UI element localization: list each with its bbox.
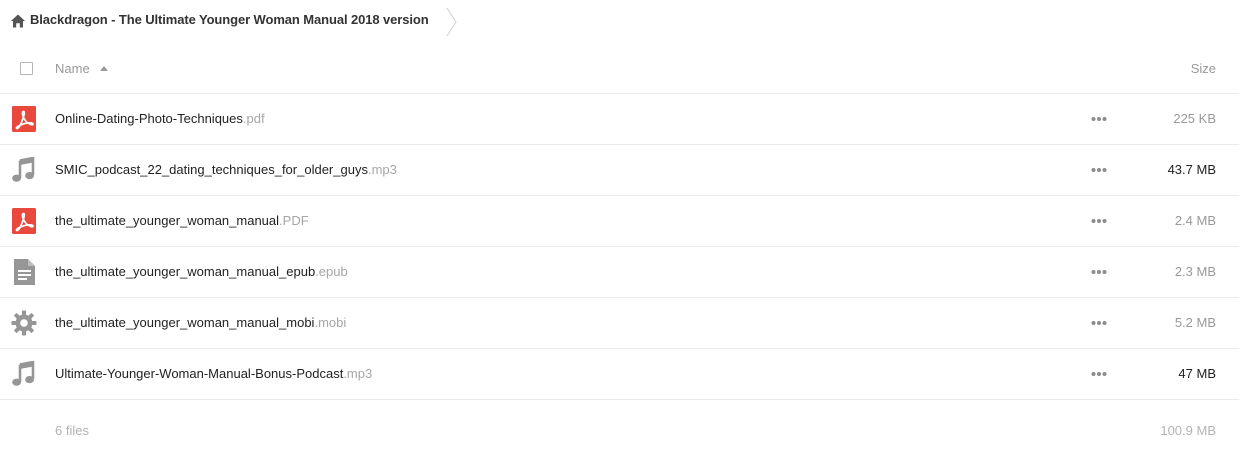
file-name-link[interactable]: Online-Dating-Photo-Techniques.pdf xyxy=(55,111,265,126)
more-actions-icon[interactable] xyxy=(1091,218,1107,224)
gear-icon xyxy=(11,310,37,336)
file-row[interactable]: SMIC_podcast_22_dating_techniques_for_ol… xyxy=(0,145,1239,196)
file-extension: .PDF xyxy=(279,213,309,228)
more-actions-icon[interactable] xyxy=(1091,269,1107,275)
file-basename: the_ultimate_younger_woman_manual_epub xyxy=(55,264,316,279)
music-icon xyxy=(12,157,35,182)
file-basename: SMIC_podcast_22_dating_techniques_for_ol… xyxy=(55,162,368,177)
more-actions-icon[interactable] xyxy=(1091,116,1107,122)
file-row[interactable]: the_ultimate_younger_woman_manual_mobi.m… xyxy=(0,298,1239,349)
file-size: 225 KB xyxy=(1173,111,1216,126)
music-icon xyxy=(12,361,35,386)
file-name-link[interactable]: Ultimate-Younger-Woman-Manual-Bonus-Podc… xyxy=(55,366,372,381)
file-size: 43.7 MB xyxy=(1167,162,1216,177)
file-basename: Ultimate-Younger-Woman-Manual-Bonus-Podc… xyxy=(55,366,344,381)
pdf-icon xyxy=(12,208,36,234)
pdf-icon xyxy=(12,106,36,132)
sort-ascending-icon[interactable] xyxy=(100,66,108,71)
file-size: 2.3 MB xyxy=(1174,264,1216,279)
file-extension: .mp3 xyxy=(343,366,373,381)
size-column-header[interactable]: Size xyxy=(1191,61,1216,76)
file-row[interactable]: Ultimate-Younger-Woman-Manual-Bonus-Podc… xyxy=(0,349,1239,400)
file-extension: .pdf xyxy=(242,111,265,126)
file-size: 47 MB xyxy=(1178,366,1216,381)
file-basename: the_ultimate_younger_woman_manual xyxy=(55,213,280,228)
total-size-summary: 100.9 MB xyxy=(1160,423,1216,438)
document-icon xyxy=(14,259,35,285)
file-name-link[interactable]: the_ultimate_younger_woman_manual_mobi.m… xyxy=(55,315,346,330)
more-actions-icon[interactable] xyxy=(1091,371,1107,377)
more-actions-icon[interactable] xyxy=(1091,167,1107,173)
file-basename: the_ultimate_younger_woman_manual_mobi xyxy=(55,315,315,330)
file-extension: .mobi xyxy=(314,315,347,330)
home-icon[interactable] xyxy=(10,13,26,29)
file-name-link[interactable]: the_ultimate_younger_woman_manual.PDF xyxy=(55,213,309,228)
file-extension: .mp3 xyxy=(367,162,397,177)
file-list-header: Name Size xyxy=(0,44,1239,94)
file-row[interactable]: Online-Dating-Photo-Techniques.pdf 225 KB xyxy=(0,94,1239,145)
breadcrumb: Blackdragon - The Ultimate Younger Woman… xyxy=(0,0,500,42)
more-actions-icon[interactable] xyxy=(1091,320,1107,326)
file-name-link[interactable]: the_ultimate_younger_woman_manual_epub.e… xyxy=(55,264,348,279)
breadcrumb-folder-title[interactable]: Blackdragon - The Ultimate Younger Woman… xyxy=(30,12,429,27)
file-size: 2.4 MB xyxy=(1174,213,1216,228)
name-column-header[interactable]: Name xyxy=(55,61,90,76)
file-row[interactable]: the_ultimate_younger_woman_manual_epub.e… xyxy=(0,247,1239,298)
select-all-checkbox[interactable] xyxy=(20,62,33,75)
file-count-summary: 6 files xyxy=(55,423,89,438)
breadcrumb-chevron-icon xyxy=(446,7,457,37)
file-size: 5.2 MB xyxy=(1174,315,1216,330)
file-name-link[interactable]: SMIC_podcast_22_dating_techniques_for_ol… xyxy=(55,162,397,177)
file-extension: .epub xyxy=(315,264,348,279)
file-row[interactable]: the_ultimate_younger_woman_manual.PDF 2.4… xyxy=(0,196,1239,247)
file-basename: Online-Dating-Photo-Techniques xyxy=(55,111,243,126)
